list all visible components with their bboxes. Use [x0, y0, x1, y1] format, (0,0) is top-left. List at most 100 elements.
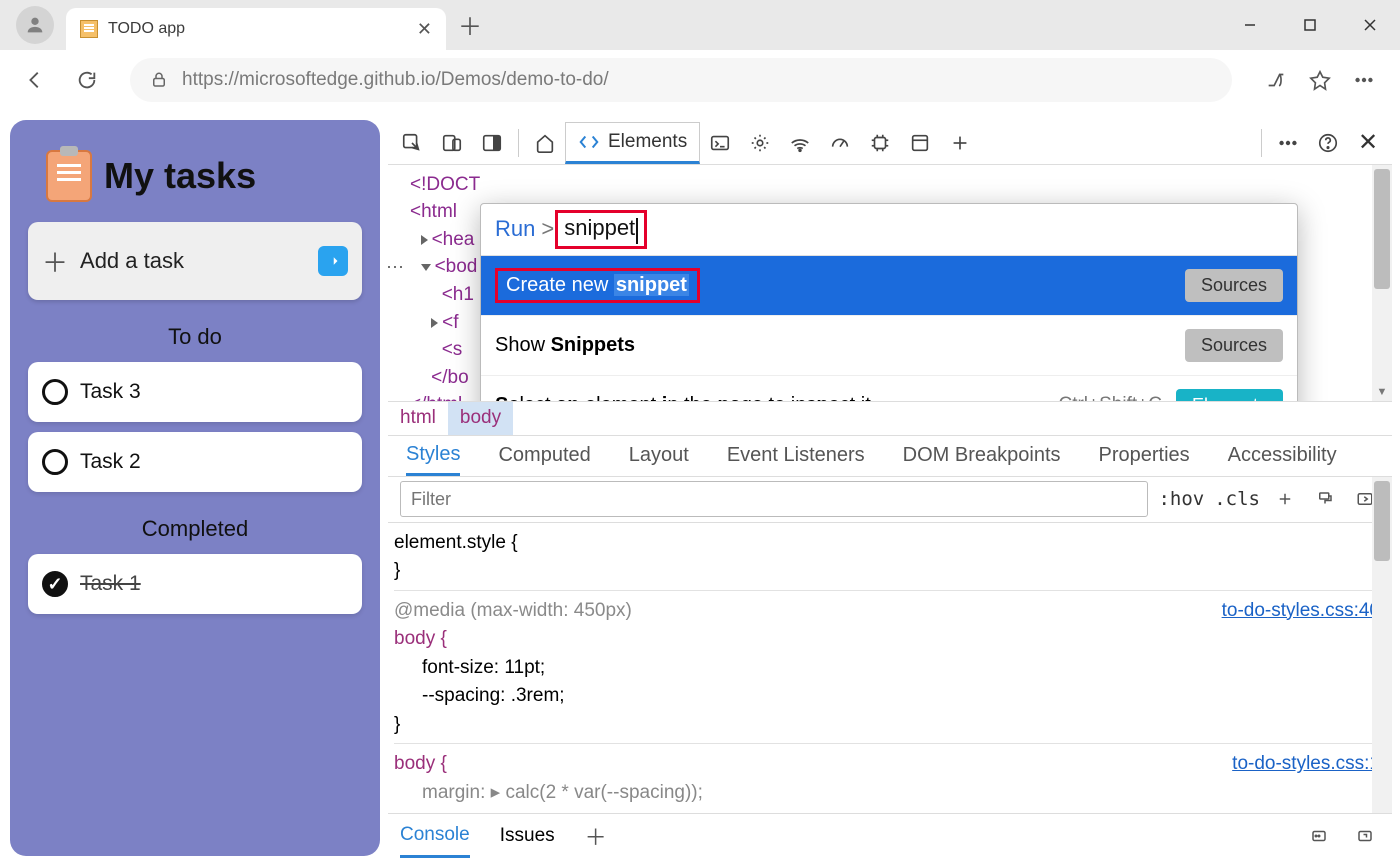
- command-menu-input[interactable]: Run > snippet: [481, 204, 1297, 256]
- command-menu-item[interactable]: Select an element in the page to inspect…: [481, 376, 1297, 401]
- accessibility-tab[interactable]: Accessibility: [1228, 444, 1337, 467]
- page-title: My tasks: [104, 155, 256, 197]
- highlight-annotation: snippet: [555, 210, 646, 249]
- tab-close-icon[interactable]: ✕: [417, 19, 432, 40]
- help-icon[interactable]: [1308, 123, 1348, 163]
- memory-tab-icon[interactable]: [860, 123, 900, 163]
- source-link[interactable]: to-do-styles.css:40: [1222, 597, 1380, 626]
- css-rules-pane[interactable]: element.style { } to-do-styles.css:40 @m…: [388, 523, 1392, 814]
- new-tab-button[interactable]: ＋: [458, 7, 482, 50]
- performance-tab-icon[interactable]: [820, 123, 860, 163]
- event-listeners-tab[interactable]: Event Listeners: [727, 444, 865, 467]
- hov-toggle[interactable]: :hov: [1158, 488, 1204, 510]
- task-item[interactable]: Task 3: [28, 362, 362, 422]
- scrollbar[interactable]: [1372, 477, 1392, 814]
- application-tab-icon[interactable]: [900, 123, 940, 163]
- devtools-drawer: Console Issues ＋: [388, 813, 1392, 858]
- dom-breadcrumb[interactable]: html body: [388, 401, 1392, 436]
- breadcrumb-item-selected[interactable]: body: [448, 402, 513, 435]
- sources-tab-icon[interactable]: [740, 123, 780, 163]
- elements-tab-label: Elements: [608, 131, 687, 153]
- panel-badge: Sources: [1185, 329, 1283, 362]
- paint-icon[interactable]: [1310, 484, 1340, 514]
- inspect-element-icon[interactable]: [392, 123, 432, 163]
- properties-tab[interactable]: Properties: [1099, 444, 1190, 467]
- console-drawer-tab[interactable]: Console: [400, 814, 470, 858]
- checkbox-icon[interactable]: [42, 449, 68, 475]
- window-controls: [1220, 0, 1400, 50]
- todo-app: My tasks ＋ Add a task To do Task 3 Task …: [10, 120, 380, 856]
- source-link[interactable]: to-do-styles.css:1: [1232, 750, 1380, 779]
- drawer-issues-icon[interactable]: [1304, 821, 1334, 851]
- styles-tab[interactable]: Styles: [406, 436, 460, 476]
- devtools-more-icon[interactable]: [1268, 123, 1308, 163]
- todo-section-title: To do: [28, 324, 362, 350]
- selected-line-indicator-icon: ⋯: [388, 257, 404, 278]
- completed-section-title: Completed: [28, 516, 362, 542]
- address-bar[interactable]: https://microsoftedge.github.io/Demos/de…: [130, 58, 1232, 102]
- command-menu-item-selected[interactable]: Create new snippet Sources: [481, 256, 1297, 316]
- welcome-tab-icon[interactable]: [525, 123, 565, 163]
- devtools-toolbar: Elements ✕: [388, 122, 1392, 165]
- command-menu: Run > snippet Create new snippet Sources…: [480, 203, 1298, 401]
- task-item[interactable]: Task 2: [28, 432, 362, 492]
- computed-tab[interactable]: Computed: [498, 444, 590, 467]
- styles-tabs: Styles Computed Layout Event Listeners D…: [388, 436, 1392, 477]
- plus-icon: ＋: [42, 243, 68, 280]
- page-favicon-icon: [80, 20, 98, 38]
- run-label: Run: [495, 216, 535, 242]
- keyboard-shortcut: Ctrl+Shift+C: [1058, 394, 1161, 401]
- browser-nav-bar: https://microsoftedge.github.io/Demos/de…: [0, 50, 1400, 110]
- scrollbar[interactable]: ▲▼: [1372, 165, 1392, 401]
- tab-title: TODO app: [108, 20, 407, 38]
- task-label: Task 2: [80, 450, 141, 474]
- filter-input[interactable]: [400, 481, 1148, 517]
- task-item-done[interactable]: Task 1: [28, 554, 362, 614]
- back-button[interactable]: [18, 63, 52, 97]
- read-aloud-icon[interactable]: [1258, 62, 1294, 98]
- dom-breakpoints-tab[interactable]: DOM Breakpoints: [903, 444, 1061, 467]
- browser-tab[interactable]: TODO app ✕: [66, 8, 446, 50]
- submit-task-button[interactable]: [318, 246, 348, 276]
- code-icon: [578, 131, 600, 153]
- refresh-button[interactable]: [70, 63, 104, 97]
- command-item-label: Select an element in the page to inspect…: [495, 394, 871, 401]
- profile-icon[interactable]: [16, 6, 54, 44]
- task-label: Task 3: [80, 380, 141, 404]
- browser-title-bar: TODO app ✕ ＋: [0, 0, 1400, 50]
- breadcrumb-item[interactable]: html: [388, 402, 448, 435]
- dock-side-icon[interactable]: [472, 123, 512, 163]
- command-menu-item[interactable]: Show Snippets Sources: [481, 316, 1297, 376]
- lock-icon: [150, 71, 168, 89]
- elements-tab[interactable]: Elements: [565, 122, 700, 164]
- window-maximize-button[interactable]: [1280, 0, 1340, 50]
- add-task-label: Add a task: [80, 248, 184, 274]
- dom-tree-panel[interactable]: ⋯ <!DOCT <html <hea <bod <h1 <f <s </bo …: [388, 165, 1392, 401]
- url-text: https://microsoftedge.github.io/Demos/de…: [182, 69, 609, 91]
- favorite-icon[interactable]: [1302, 62, 1338, 98]
- checkbox-checked-icon[interactable]: [42, 571, 68, 597]
- checkbox-icon[interactable]: [42, 379, 68, 405]
- new-style-rule-icon[interactable]: [1270, 484, 1300, 514]
- devtools-panel: Elements ✕ ⋯ <!DOCT <html <hea: [388, 122, 1392, 858]
- window-minimize-button[interactable]: [1220, 0, 1280, 50]
- window-close-button[interactable]: [1340, 0, 1400, 50]
- add-task-input[interactable]: ＋ Add a task: [28, 222, 362, 300]
- drawer-expand-icon[interactable]: [1350, 821, 1380, 851]
- more-menu-icon[interactable]: [1346, 62, 1382, 98]
- more-tabs-icon[interactable]: [940, 123, 980, 163]
- device-toolbar-icon[interactable]: [432, 123, 472, 163]
- issues-drawer-tab[interactable]: Issues: [500, 825, 555, 847]
- styles-filter-row: :hov .cls: [388, 477, 1392, 523]
- add-drawer-tab-icon[interactable]: ＋: [585, 820, 607, 852]
- panel-badge: Sources: [1185, 269, 1283, 302]
- layout-tab[interactable]: Layout: [629, 444, 689, 467]
- console-tab-icon[interactable]: [700, 123, 740, 163]
- task-label: Task 1: [80, 572, 141, 596]
- clipboard-icon: [46, 150, 92, 202]
- highlight-annotation: Create new snippet: [495, 268, 700, 303]
- cls-toggle[interactable]: .cls: [1214, 488, 1260, 510]
- panel-badge: Elements: [1176, 389, 1283, 401]
- network-tab-icon[interactable]: [780, 123, 820, 163]
- devtools-close-icon[interactable]: ✕: [1348, 123, 1388, 163]
